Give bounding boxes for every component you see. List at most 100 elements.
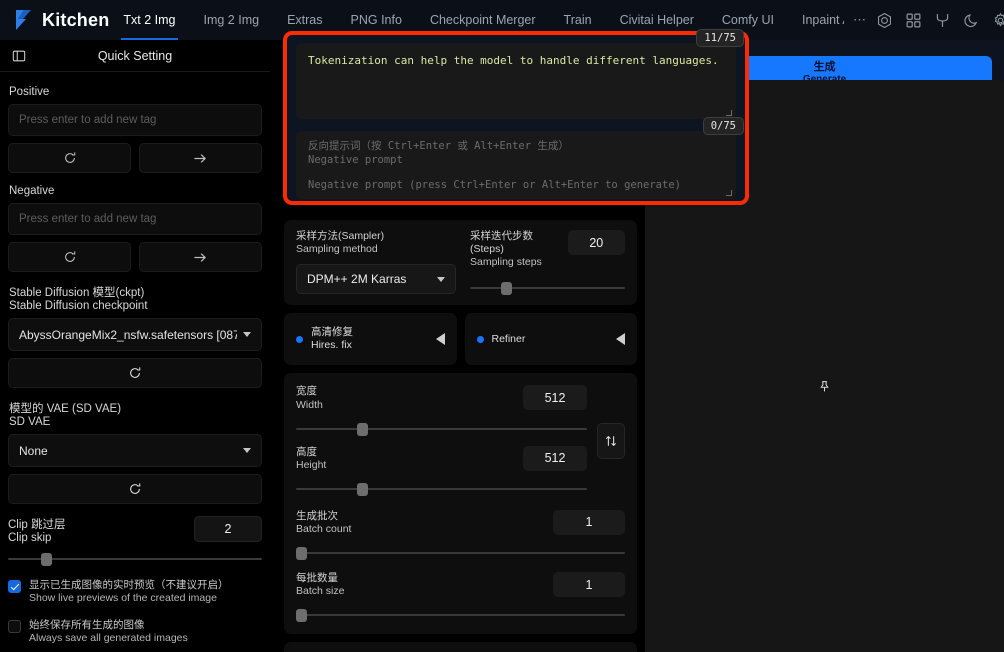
nav-overflow-button[interactable]: ⋯ bbox=[844, 12, 876, 28]
github-fork-icon[interactable] bbox=[934, 12, 951, 29]
apps-grid-icon[interactable] bbox=[905, 12, 922, 29]
sd-vae-label-cn: 模型的 VAE (SD VAE) bbox=[9, 403, 122, 415]
slider-knob[interactable] bbox=[357, 482, 369, 496]
clip-skip-label-cn: Clip 跳过层 bbox=[8, 519, 66, 531]
positive-refresh-icon[interactable] bbox=[8, 143, 131, 173]
live-preview-checkbox-row[interactable]: 显示已生成图像的实时预览（不建议开启） Show live previews o… bbox=[8, 579, 262, 606]
sidebar-title: Quick Setting bbox=[97, 48, 173, 63]
hires-fix-label-en: Hires. fix bbox=[311, 339, 352, 352]
sampling-method-label: 采样方法(Sampler) Sampling method bbox=[296, 230, 456, 256]
height-row: 高度 Height 512 bbox=[296, 445, 587, 472]
tab-img2img[interactable]: Img 2 Img bbox=[190, 0, 274, 40]
sd-vae-value: None bbox=[19, 443, 48, 458]
negative-refresh-icon[interactable] bbox=[8, 242, 131, 272]
status-dot-icon bbox=[296, 335, 303, 343]
checkpoint-label-cn: Stable Diffusion 模型(ckpt) bbox=[9, 287, 145, 299]
slider-track bbox=[470, 287, 625, 290]
tab-txt2img[interactable]: Txt 2 Img bbox=[109, 0, 189, 40]
refiner-card[interactable]: Refiner bbox=[464, 313, 637, 366]
slider-track bbox=[296, 614, 625, 617]
sd-vae-label-en: SD VAE bbox=[9, 416, 51, 428]
sd-vae-select[interactable]: None bbox=[8, 434, 262, 467]
positive-tag-input[interactable]: Press enter to add new tag bbox=[8, 104, 262, 136]
slider-knob[interactable] bbox=[41, 553, 53, 566]
sampling-method-value: DPM++ 2M Karras bbox=[307, 272, 407, 287]
live-preview-label: 显示已生成图像的实时预览（不建议开启） Show live previews o… bbox=[29, 579, 229, 606]
slider-knob[interactable] bbox=[357, 422, 369, 436]
batch-count-label-cn: 生成批次 bbox=[296, 509, 338, 522]
swap-vertical-icon[interactable] bbox=[597, 422, 625, 459]
batch-count-value[interactable]: 1 bbox=[553, 509, 625, 535]
batch-size-label: 每批数量 Batch size bbox=[296, 572, 344, 598]
positive-label: Positive bbox=[9, 86, 50, 98]
slider-knob[interactable] bbox=[296, 609, 307, 623]
checkpoint-label-en: Stable Diffusion checkpoint bbox=[9, 300, 148, 312]
width-value[interactable]: 512 bbox=[523, 385, 587, 411]
positive-arrow-right-icon[interactable] bbox=[139, 143, 262, 173]
height-label-cn: 高度 bbox=[296, 445, 317, 458]
clip-skip-slider[interactable] bbox=[8, 552, 262, 566]
always-save-checkbox-row[interactable]: 始终保存所有生成的图像 Always save all generated im… bbox=[8, 619, 262, 646]
moon-icon[interactable] bbox=[963, 12, 980, 29]
batch-count-label-en: Batch count bbox=[296, 523, 352, 535]
batch-size-label-cn: 每批数量 bbox=[296, 572, 338, 585]
negative-token-counter: 0/75 bbox=[702, 117, 744, 135]
height-label-en: Height bbox=[296, 458, 327, 471]
width-label-en: Width bbox=[296, 398, 323, 411]
tab-inpaint-anything[interactable]: Inpaint Any bbox=[788, 0, 844, 40]
clip-skip-row: Clip 跳过层 Clip skip 2 bbox=[8, 516, 262, 544]
sd-vae-refresh-icon[interactable] bbox=[8, 474, 262, 504]
batch-count-row: 生成批次 Batch count 1 bbox=[296, 509, 625, 536]
checkpoint-refresh-icon[interactable] bbox=[8, 358, 262, 388]
width-label: 宽度 Width bbox=[296, 385, 323, 411]
panel-toggle-icon[interactable] bbox=[8, 45, 30, 67]
negative-placeholder-en: Negative prompt bbox=[308, 154, 403, 167]
sampling-steps-value[interactable]: 20 bbox=[567, 230, 625, 255]
negative-tag-input[interactable]: Press enter to add new tag bbox=[8, 203, 262, 235]
feature-cards-row: 高清修复 Hires. fix Refiner bbox=[284, 313, 637, 366]
positive-token-counter: 11/75 bbox=[696, 29, 744, 47]
slider-knob[interactable] bbox=[501, 282, 512, 296]
negative-prompt-box[interactable]: 0/75 反向提示词（按 Ctrl+Enter 或 Alt+Enter 生成） … bbox=[296, 117, 744, 199]
triangle-left-icon[interactable] bbox=[616, 333, 625, 346]
batch-count-slider[interactable] bbox=[296, 546, 625, 561]
batch-size-value[interactable]: 1 bbox=[553, 572, 625, 598]
batch-count-label: 生成批次 Batch count bbox=[296, 510, 351, 536]
checkpoint-select[interactable]: AbyssOrangeMix2_nsfw.safetensors [087329 bbox=[8, 318, 262, 351]
height-slider[interactable] bbox=[296, 482, 587, 496]
sampling-steps-slider[interactable] bbox=[470, 281, 625, 296]
positive-prompt-box[interactable]: 11/75 Tokenization can help the model to… bbox=[296, 29, 744, 119]
hires-fix-label: 高清修复 Hires. fix bbox=[311, 326, 353, 352]
triangle-left-icon[interactable] bbox=[435, 333, 445, 346]
checkpoint-value: AbyssOrangeMix2_nsfw.safetensors [087329 bbox=[19, 327, 237, 342]
resize-grip-icon[interactable] bbox=[726, 190, 732, 196]
slider-knob[interactable] bbox=[296, 547, 307, 561]
slider-track bbox=[296, 487, 587, 490]
live-preview-checkbox[interactable] bbox=[8, 580, 21, 593]
batch-size-label-en: Batch size bbox=[296, 585, 345, 598]
hires-fix-label-cn: 高清修复 bbox=[311, 326, 353, 339]
slider-track bbox=[296, 427, 587, 430]
dimensions-panel: 宽度 Width 512 高度 Height 512 生成批次 Batch co… bbox=[284, 373, 637, 635]
sampling-steps-label: 采样迭代步数(Steps) Sampling steps bbox=[470, 230, 560, 269]
gear-icon[interactable] bbox=[992, 12, 1004, 29]
hires-fix-card[interactable]: 高清修复 Hires. fix bbox=[284, 313, 457, 366]
top-icon-group bbox=[876, 12, 1004, 29]
positive-prompt-text: Tokenization can help the model to handl… bbox=[308, 54, 719, 67]
negative-arrow-right-icon[interactable] bbox=[139, 242, 262, 272]
quick-setting-sidebar: Quick Setting Positive Press enter to ad… bbox=[0, 40, 1004, 652]
width-slider[interactable] bbox=[296, 422, 587, 436]
clip-skip-value[interactable]: 2 bbox=[194, 516, 262, 542]
kitchen-logo-icon bbox=[14, 9, 34, 31]
chevron-down-icon bbox=[243, 448, 251, 453]
batch-size-slider[interactable] bbox=[296, 608, 625, 623]
slider-track bbox=[296, 552, 625, 555]
clip-skip-label: Clip 跳过层 Clip skip bbox=[8, 516, 66, 544]
positive-button-pair bbox=[8, 143, 262, 173]
height-value[interactable]: 512 bbox=[523, 445, 587, 471]
always-save-checkbox[interactable] bbox=[8, 619, 21, 633]
copyright-hex-icon[interactable] bbox=[876, 12, 893, 29]
sampling-method-select[interactable]: DPM++ 2M Karras bbox=[296, 264, 456, 295]
sidebar-body: Positive Press enter to add new tag Nega… bbox=[0, 72, 270, 646]
resize-grip-icon[interactable] bbox=[726, 110, 732, 116]
